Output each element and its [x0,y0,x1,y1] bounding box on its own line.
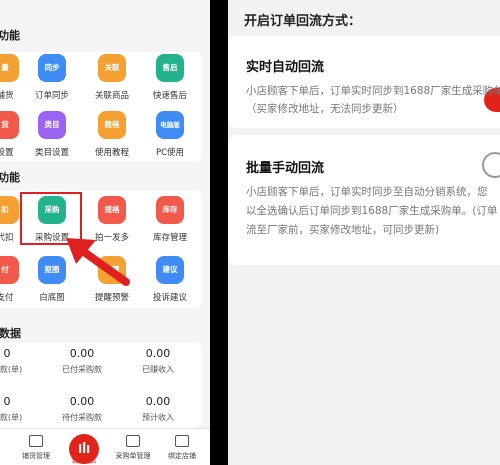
option-desc-line: 以全选确认后订单同步到1688厂家生成采购单。(订单 [246,205,498,217]
center-logo-icon [79,442,90,453]
payment-icon: 付 [0,256,19,284]
option-desc-line: 小店顾客下单后，订单实时同步到1688厂家生成采购单 [246,85,500,97]
section-title-data: 数据 [0,327,21,340]
tab-product-management[interactable]: 铺货管理 [12,429,60,465]
tool-caption: PC使用 [155,148,185,158]
settings-panel: 开启订单回流方式： 实时自动回流 小店顾客下单后，订单实时同步到1688厂家生成… [228,0,500,465]
option-title: 批量手动回流 [246,161,325,176]
stat-label: 已赚收入 [142,365,174,374]
tool-item-order-sync[interactable]: 同步 订单同步 [22,54,82,116]
tab-label: 采购单管理 [115,452,151,460]
store-icon [29,435,43,447]
tab-label: 绑定店铺 [168,452,196,460]
radio-button-off[interactable] [482,152,500,178]
tab-bind-store[interactable]: 绑定店铺 [158,429,206,465]
tool-icon: 量 [0,54,19,82]
stat-label: 付款(单) [0,413,23,422]
stat-value: 0.00 [69,395,95,408]
bottom-tab-bar: 铺货管理 数据商品 采购单管理 绑定店铺 [0,428,210,465]
tool-item-category-settings[interactable]: 类目 类目设置 [22,111,82,173]
sync-icon: 同步 [38,54,66,82]
option-desc-line: 流至厂家前，买家修改地址，可同步更新) [246,224,440,236]
page-title: 开启订单回流方式： [244,14,362,29]
stat-value: 0.00 [145,395,171,408]
category-icon: 类目 [38,111,66,139]
center-logo-button[interactable] [69,434,99,464]
tutorial-icon: 教程 [98,111,126,139]
option-title: 实时自动回流 [246,60,325,75]
tab-label: 铺货管理 [22,452,50,460]
spec-icon: 规格 [98,196,126,224]
tab-purchase-orders[interactable]: 采购单管理 [108,429,158,465]
stat-label: 预计收入 [142,413,174,422]
stat-value: 0.00 [145,347,171,360]
stat-value: 0 [3,347,11,360]
tool-item-link-product[interactable]: 关联 关联商品 [82,54,142,116]
tool-item-tutorial[interactable]: 教程 使用教程 [82,111,142,173]
pc-icon: 电脑版 [156,111,184,139]
shop-icon [175,435,189,447]
tool-caption: 快速售后 [152,91,187,101]
section-title-tools: 功能 [0,29,20,42]
app-panel: 功能 量 铺货 同步 订单同步 关联 关联商品 售后 快速售后 货 设置 类目 … [0,0,210,465]
option-desc-line: （买家修改地址，无法同步更新） [246,103,404,115]
option-card-batch[interactable]: 批量手动回流 小店顾客下单后，订单实时同步至自动分销系统，您 以全选确认后订单同… [228,135,500,265]
screenshot-root: 功能 量 铺货 同步 订单同步 关联 关联商品 售后 快速售后 货 设置 类目 … [0,0,500,465]
deduct-icon: 扣 [0,196,19,224]
stat-value: 0.00 [69,347,95,360]
tool-item-feedback[interactable]: 建议 投诉建议 [140,256,200,318]
stat-label: 已付采购款 [62,365,102,374]
stat-label: 付款(单) [0,365,23,374]
stat-value: 0 [3,395,11,408]
inventory-icon: 库存 [156,196,184,224]
section-title-features: 功能 [0,171,20,184]
tool-item-inventory[interactable]: 库存 库存管理 [140,196,200,258]
tool-caption: 投诉建议 [152,293,187,303]
option-card-realtime[interactable]: 实时自动回流 小店顾客下单后，订单实时同步到1688厂家生成采购单 （买家修改地… [228,36,500,128]
stat-label: 待付采购款 [62,413,102,422]
feedback-icon: 建议 [156,256,184,284]
clipboard-icon [126,435,140,447]
tool-item-after-sale[interactable]: 售后 快速售后 [140,54,200,116]
after-sale-icon: 售后 [156,54,184,82]
tool-item-pc[interactable]: 电脑版 PC使用 [140,111,200,173]
option-desc-line: 小店顾客下单后，订单实时同步至自动分销系统，您 [246,186,488,198]
red-arrow-icon [66,238,130,286]
settings-icon: 货 [0,111,19,139]
tool-caption: 库存管理 [152,233,187,243]
link-icon: 关联 [98,54,126,82]
